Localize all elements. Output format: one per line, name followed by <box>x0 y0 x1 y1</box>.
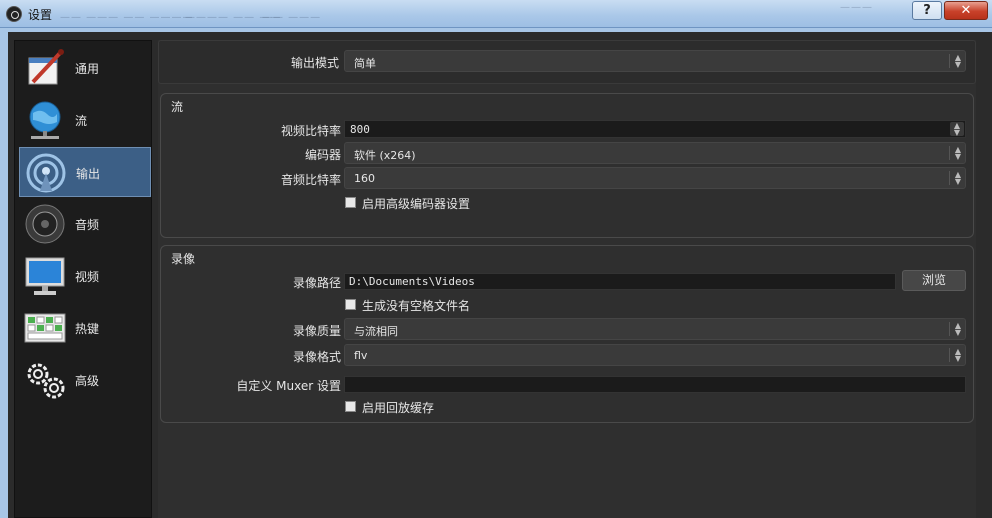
video-bitrate-value: 800 <box>350 123 370 136</box>
recording-group-title: 录像 <box>171 252 196 266</box>
speaker-icon <box>25 204 65 244</box>
sidebar-item-output[interactable]: 输出 <box>19 147 151 197</box>
encoder-value: 软件 (x264) <box>354 149 416 162</box>
output-settings-panel: 输出模式 简单 ▲ ▼ 流 视频比特率 800 ▲ ▼ 编码器 软件 (x264) … <box>158 40 978 518</box>
recording-path-label: 录像路径 <box>292 276 341 290</box>
no-space-filename-label: 生成没有空格文件名 <box>362 299 471 313</box>
sidebar-item-general[interactable]: 通用 <box>19 43 151 93</box>
sidebar-item-stream[interactable]: 流 <box>19 95 151 145</box>
gears-icon <box>27 363 65 399</box>
checkbox-box[interactable] <box>345 401 356 412</box>
stream-group-title: 流 <box>171 100 184 114</box>
sidebar-item-label: 热键 <box>75 322 100 336</box>
title-bar: 设置 —— ——— —— ———— ———— —— —— —— ——— ——— … <box>0 0 992 28</box>
obs-app-icon <box>6 6 22 22</box>
sidebar-item-video[interactable]: 视频 <box>19 251 151 301</box>
recording-format-select[interactable]: flv ▲ ▼ <box>344 344 966 366</box>
replay-buffer-label: 启用回放缓存 <box>362 401 435 415</box>
window-title: 设置 <box>28 8 53 22</box>
encoder-select[interactable]: 软件 (x264) ▲ ▼ <box>344 142 966 164</box>
output-mode-label: 输出模式 <box>290 56 339 70</box>
help-button[interactable]: ? <box>912 1 942 20</box>
encoder-label: 编码器 <box>304 148 341 162</box>
spin-arrows-icon[interactable]: ▲ ▼ <box>950 122 964 137</box>
sidebar-item-hotkeys[interactable]: 热键 <box>19 303 151 353</box>
stream-group: 流 视频比特率 800 ▲ ▼ 编码器 软件 (x264) ▲ ▼ 音频比特率 16… <box>160 93 974 238</box>
output-mode-row: 输出模式 简单 ▲ ▼ <box>158 40 976 84</box>
sidebar-item-label: 音频 <box>75 218 100 232</box>
advanced-encoder-checkbox[interactable]: 启用高级编码器设置 <box>345 195 545 211</box>
checkbox-box[interactable] <box>345 299 356 310</box>
settings-sidebar: 通用 流 输出 音频 视频 热键 高级 <box>14 40 152 518</box>
monitor-icon <box>25 257 65 295</box>
output-mode-select[interactable]: 简单 ▲ ▼ <box>344 50 966 72</box>
sidebar-item-label: 输出 <box>76 167 101 181</box>
checkbox-box[interactable] <box>345 197 356 208</box>
recording-path-value: D:\Documents\Videos <box>349 275 475 288</box>
video-bitrate-spinbox[interactable]: 800 ▲ ▼ <box>344 120 966 138</box>
audio-bitrate-select[interactable]: 160 ▲ ▼ <box>344 167 966 189</box>
sidebar-item-label: 流 <box>75 114 88 128</box>
chevron-updown-icon: ▲ ▼ <box>949 146 961 161</box>
sidebar-item-advanced[interactable]: 高级 <box>19 355 151 405</box>
sidebar-item-audio[interactable]: 音频 <box>19 199 151 249</box>
chevron-updown-icon: ▲ ▼ <box>949 322 961 337</box>
audio-bitrate-value: 160 <box>354 172 375 185</box>
no-space-filename-checkbox[interactable]: 生成没有空格文件名 <box>345 297 545 313</box>
sidebar-item-label: 视频 <box>75 270 100 284</box>
output-mode-value: 简单 <box>354 57 376 70</box>
globe-network-icon <box>29 101 61 139</box>
recording-quality-select[interactable]: 与流相同 ▲ ▼ <box>344 318 966 340</box>
recording-quality-label: 录像质量 <box>292 324 341 338</box>
replay-buffer-checkbox[interactable]: 启用回放缓存 <box>345 399 545 415</box>
chevron-updown-icon: ▲ ▼ <box>949 171 961 186</box>
browse-button[interactable]: 浏览 <box>902 270 966 291</box>
recording-path-input[interactable]: D:\Documents\Videos <box>344 273 896 290</box>
advanced-encoder-label: 启用高级编码器设置 <box>362 197 471 211</box>
sidebar-item-label: 通用 <box>75 62 100 76</box>
recording-group: 录像 录像路径 D:\Documents\Videos 浏览 生成没有空格文件名… <box>160 245 974 423</box>
recording-format-label: 录像格式 <box>292 350 341 364</box>
vertical-scrollbar[interactable] <box>976 40 992 518</box>
recording-quality-value: 与流相同 <box>354 325 398 338</box>
general-settings-icon <box>28 49 64 85</box>
chevron-updown-icon: ▲ ▼ <box>949 348 961 363</box>
recording-format-value: flv <box>354 349 368 362</box>
muxer-settings-label: 自定义 Muxer 设置 <box>236 379 341 393</box>
video-bitrate-label: 视频比特率 <box>280 124 341 138</box>
close-button[interactable]: ✕ <box>944 1 988 20</box>
chevron-updown-icon: ▲ ▼ <box>949 54 961 69</box>
audio-bitrate-label: 音频比特率 <box>280 173 341 187</box>
keyboard-icon <box>24 313 66 343</box>
broadcast-antenna-icon <box>26 153 66 193</box>
sidebar-item-label: 高级 <box>75 374 100 388</box>
muxer-settings-input[interactable] <box>344 376 966 393</box>
